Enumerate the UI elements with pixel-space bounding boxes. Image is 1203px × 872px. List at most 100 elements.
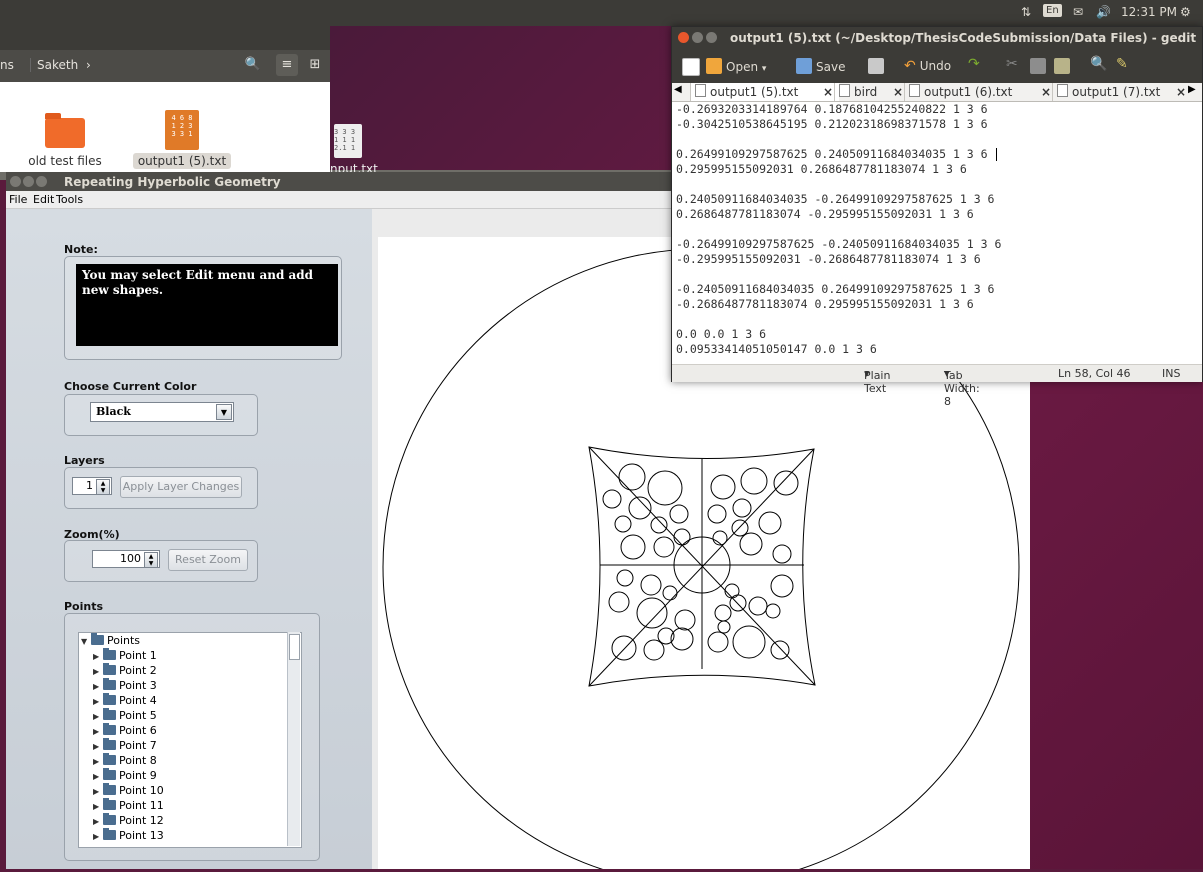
collapsed-icon[interactable]: ▶: [93, 739, 103, 754]
tab-output1-7[interactable]: output1 (7).txt ×: [1052, 83, 1191, 101]
minimize-icon[interactable]: [23, 176, 34, 187]
tree-item[interactable]: ▶ Point 10: [93, 783, 164, 798]
shape-circle: [770, 640, 790, 660]
clock[interactable]: 12:31 PM: [1121, 5, 1177, 19]
expanded-icon[interactable]: ▼: [81, 634, 91, 649]
text-cursor: [996, 148, 997, 161]
find-icon[interactable]: 🔍: [1090, 56, 1107, 72]
shape-circle: [673, 528, 691, 546]
menu-edit[interactable]: Edit: [33, 193, 54, 206]
language-selector[interactable]: Plain Text ▾: [864, 367, 890, 395]
spinner-arrows-icon[interactable]: ▲ ▼: [144, 552, 158, 568]
spinner-arrows-icon[interactable]: ▲ ▼: [96, 479, 110, 495]
tree-item[interactable]: ▶ Point 7: [93, 738, 157, 753]
replace-icon[interactable]: ✎: [1116, 56, 1128, 72]
maximize-icon[interactable]: [706, 32, 717, 43]
search-icon[interactable]: 🔍: [242, 54, 264, 76]
close-icon[interactable]: [678, 32, 689, 43]
shape-circle: [773, 470, 799, 496]
tab-output1-6[interactable]: output1 (6).txt ×: [904, 83, 1057, 101]
tree-item[interactable]: ▶ Point 1: [93, 648, 157, 663]
tab-output1-5[interactable]: output1 (5).txt ×: [690, 83, 839, 101]
copy-icon[interactable]: [1030, 58, 1050, 74]
save-button[interactable]: Save: [796, 58, 845, 74]
gedit-tab-bar: ◀ output1 (5).txt × bird × output1 (6).t…: [672, 83, 1202, 102]
collapsed-icon[interactable]: ▶: [93, 679, 103, 694]
menu-tools[interactable]: Tools: [56, 193, 83, 206]
collapsed-icon[interactable]: ▶: [93, 724, 103, 739]
collapsed-icon[interactable]: ▶: [93, 784, 103, 799]
gedit-titlebar: output1 (5).txt (~/Desktop/ThesisCodeSub…: [672, 27, 1202, 49]
text-line: 0.2686487781183074 -0.295995155092031 1 …: [676, 207, 974, 221]
chevron-down-icon[interactable]: ▼: [216, 404, 232, 420]
tree-item[interactable]: ▶ Point 9: [93, 768, 157, 783]
shape-circle: [758, 511, 782, 535]
tree-item[interactable]: ▶ Point 13: [93, 828, 164, 843]
tree-item[interactable]: ▶ Point 11: [93, 798, 164, 813]
mail-icon[interactable]: ✉: [1073, 5, 1083, 19]
breadcrumb-user[interactable]: Saketh: [30, 58, 84, 72]
scrollbar-thumb[interactable]: [289, 634, 300, 660]
undo-button[interactable]: ↶ Undo: [904, 58, 951, 74]
reset-zoom-button[interactable]: Reset Zoom: [168, 549, 248, 571]
shape-circle: [602, 489, 622, 509]
zoom-spinner[interactable]: 100 ▲ ▼: [92, 550, 160, 568]
collapsed-icon[interactable]: ▶: [93, 694, 103, 709]
layers-spinner[interactable]: 1 ▲ ▼: [72, 477, 112, 495]
file-item[interactable]: 3 3 31 1 1 2.1 1 nput.txt: [330, 124, 378, 176]
file-item[interactable]: 4 6 81 2 33 3 1 output1 (5).txt: [132, 110, 232, 169]
menu-file[interactable]: File: [9, 193, 27, 206]
collapsed-icon[interactable]: ▶: [93, 754, 103, 769]
tab-scroll-left-icon[interactable]: ◀: [674, 84, 682, 95]
gear-icon[interactable]: ⚙: [1180, 5, 1191, 19]
collapsed-icon[interactable]: ▶: [93, 649, 103, 664]
color-select[interactable]: Black ▼: [90, 402, 234, 422]
close-icon[interactable]: ×: [823, 83, 833, 101]
grid-view-icon[interactable]: ⊞: [304, 54, 326, 76]
tree-item[interactable]: ▶ Point 6: [93, 723, 157, 738]
shape-circle: [740, 467, 768, 495]
close-icon[interactable]: [10, 176, 21, 187]
tree-item[interactable]: ▶ Point 4: [93, 693, 157, 708]
close-icon[interactable]: ×: [893, 83, 903, 101]
tab-width-selector[interactable]: Tab Width: 8 ▾: [944, 367, 980, 408]
chevron-down-icon[interactable]: ▾: [762, 64, 767, 74]
tree-root[interactable]: ▼ Points: [81, 633, 140, 648]
new-file-icon[interactable]: [682, 58, 704, 76]
shape-circle: [674, 609, 696, 631]
network-icon[interactable]: ⇅: [1021, 5, 1031, 19]
apply-layer-changes-button[interactable]: Apply Layer Changes: [120, 476, 242, 498]
note-text: You may select Edit menu and add new sha…: [76, 264, 338, 346]
list-view-icon[interactable]: ≡: [276, 54, 298, 76]
tab-scroll-right-icon[interactable]: ▶: [1188, 84, 1196, 95]
text-file-icon: 4 6 81 2 33 3 1: [165, 110, 199, 150]
file-item[interactable]: old test files: [20, 113, 110, 168]
tree-item[interactable]: ▶ Point 2: [93, 663, 157, 678]
print-icon[interactable]: [868, 58, 888, 74]
close-icon[interactable]: ×: [1176, 83, 1186, 101]
collapsed-icon[interactable]: ▶: [93, 814, 103, 829]
tree-item[interactable]: ▶ Point 12: [93, 813, 164, 828]
minimize-icon[interactable]: [692, 32, 703, 43]
keyboard-indicator[interactable]: En: [1043, 4, 1062, 17]
breadcrumb-partial[interactable]: ns: [0, 58, 14, 72]
open-button[interactable]: Open ▾: [706, 58, 766, 74]
collapsed-icon[interactable]: ▶: [93, 664, 103, 679]
tree-item[interactable]: ▶ Point 3: [93, 678, 157, 693]
volume-icon[interactable]: 🔊: [1096, 5, 1111, 19]
maximize-icon[interactable]: [36, 176, 47, 187]
collapsed-icon[interactable]: ▶: [93, 709, 103, 724]
text-editor[interactable]: -0.2693203314189764 0.18768104255240822 …: [672, 102, 1202, 364]
collapsed-icon[interactable]: ▶: [93, 769, 103, 784]
tree-scrollbar[interactable]: [287, 632, 300, 846]
tree-item[interactable]: ▶ Point 5: [93, 708, 157, 723]
shape-circle: [724, 583, 740, 599]
tab-bird[interactable]: bird ×: [834, 83, 909, 101]
paste-icon[interactable]: [1054, 58, 1074, 74]
cut-icon[interactable]: ✂: [1006, 56, 1018, 72]
close-icon[interactable]: ×: [1041, 83, 1051, 101]
tree-item[interactable]: ▶ Point 8: [93, 753, 157, 768]
collapsed-icon[interactable]: ▶: [93, 799, 103, 814]
collapsed-icon[interactable]: ▶: [93, 829, 103, 844]
redo-icon[interactable]: ↷: [968, 56, 980, 72]
